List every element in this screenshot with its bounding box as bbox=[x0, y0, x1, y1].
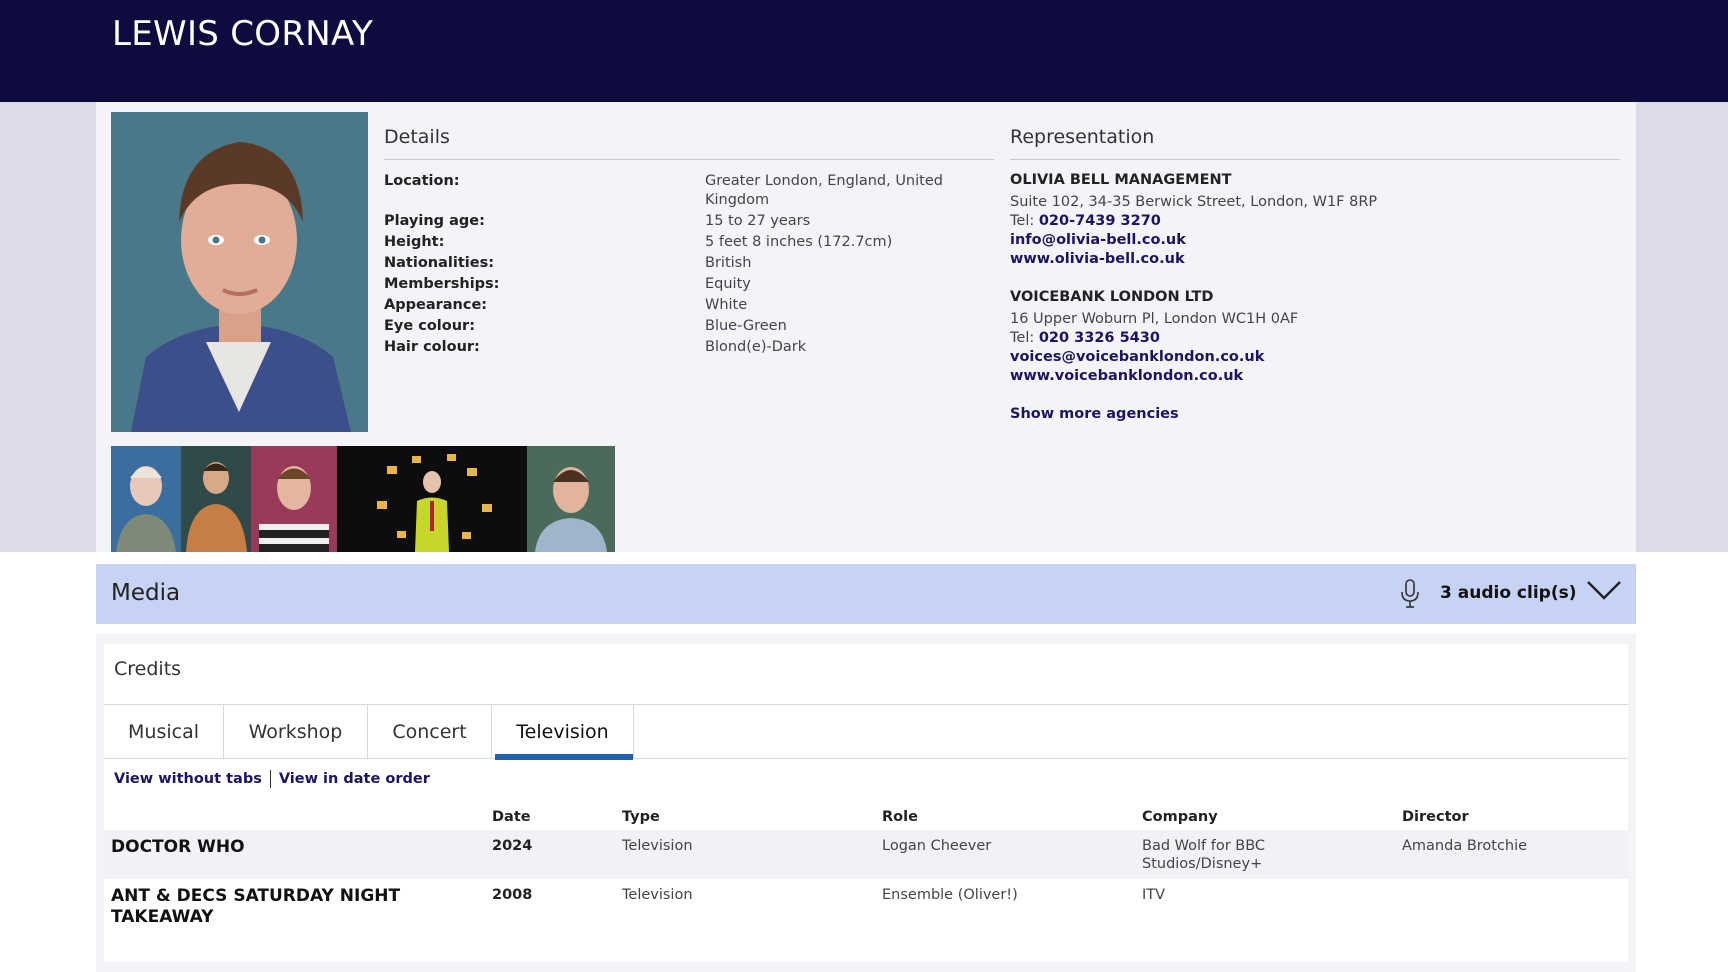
thumbnail-photo[interactable] bbox=[111, 446, 181, 552]
col-date: Date bbox=[492, 809, 531, 825]
agency-website-link[interactable]: www.olivia-bell.co.uk bbox=[1010, 250, 1620, 269]
link-divider bbox=[269, 770, 271, 788]
agency-email-link[interactable]: voices@voicebanklondon.co.uk bbox=[1010, 348, 1620, 367]
credit-director bbox=[1402, 879, 1628, 934]
microphone-icon bbox=[1401, 579, 1419, 608]
detail-row-eye-colour: Eye colour: Blue-Green bbox=[384, 318, 787, 334]
credit-date: 2024 bbox=[492, 830, 622, 879]
page-header: LEWIS CORNAY bbox=[0, 0, 1728, 102]
credits-title: Credits bbox=[114, 658, 182, 680]
credit-company: ITV bbox=[1142, 887, 1166, 903]
show-more-agencies-link[interactable]: Show more agencies bbox=[1010, 406, 1620, 422]
tab-television[interactable]: Television bbox=[492, 705, 634, 760]
production-title: DOCTOR WHO bbox=[104, 830, 492, 879]
representation-title: Representation bbox=[1010, 126, 1620, 160]
credits-tabs: Musical Workshop Concert Television bbox=[104, 704, 1628, 760]
agency-card: OLIVIA BELL MANAGEMENT Suite 102, 34-35 … bbox=[1010, 171, 1620, 269]
thumbnail-photo[interactable] bbox=[181, 446, 251, 552]
credit-company: Bad Wolf for BBC Studios/Disney+ bbox=[1142, 830, 1402, 879]
details-table: Location: Greater London, England, United… bbox=[384, 171, 994, 358]
tab-musical[interactable]: Musical bbox=[104, 705, 224, 759]
tab-workshop[interactable]: Workshop bbox=[224, 705, 368, 759]
media-bar[interactable]: Media 3 audio clip(s) bbox=[96, 564, 1636, 624]
credits-wrapper: Credits Musical Workshop Concert Televis… bbox=[96, 634, 1636, 972]
production-title: ANT & DECS SATURDAY NIGHT TAKEAWAY bbox=[111, 886, 401, 927]
credit-type: Television bbox=[622, 830, 882, 879]
agency-website-link[interactable]: www.voicebanklondon.co.uk bbox=[1010, 367, 1620, 386]
audio-clips-count[interactable]: 3 audio clip(s) bbox=[1440, 583, 1576, 603]
credit-role: Logan Cheever bbox=[882, 830, 1142, 879]
credits-header-row: Date Type Role Company Director bbox=[104, 796, 1628, 830]
detail-row-appearance: Appearance: White bbox=[384, 297, 748, 313]
actor-name: LEWIS CORNAY bbox=[112, 14, 374, 54]
table-row: DOCTOR WHO 2024 Television Logan Cheever… bbox=[104, 830, 1628, 879]
thumbnail-photo[interactable] bbox=[337, 446, 527, 552]
representation-section: Representation OLIVIA BELL MANAGEMENT Su… bbox=[1010, 126, 1620, 422]
detail-row-height: Height: 5 feet 8 inches (172.7cm) bbox=[384, 234, 893, 250]
thumbnail-photo[interactable] bbox=[527, 446, 615, 552]
col-production bbox=[104, 796, 492, 830]
agency-address: 16 Upper Woburn Pl, London WC1H 0AF bbox=[1010, 311, 1299, 327]
agency-address: Suite 102, 34-35 Berwick Street, London,… bbox=[1010, 194, 1378, 210]
tab-concert[interactable]: Concert bbox=[368, 705, 492, 759]
credits-section: Credits Musical Workshop Concert Televis… bbox=[104, 644, 1628, 962]
col-role: Role bbox=[882, 809, 918, 825]
headshot-photo[interactable] bbox=[111, 112, 368, 432]
agency-phone-link[interactable]: 020-7439 3270 bbox=[1039, 213, 1161, 229]
detail-row-hair-colour: Hair colour: Blond(e)-Dark bbox=[384, 339, 807, 355]
agency-card: VOICEBANK LONDON LTD 16 Upper Woburn Pl,… bbox=[1010, 288, 1620, 386]
table-row: ANT & DECS SATURDAY NIGHT TAKEAWAY 2008 … bbox=[104, 879, 1628, 934]
detail-row-playing-age: Playing age: 15 to 27 years bbox=[384, 213, 811, 229]
thumbnail-photo[interactable] bbox=[251, 446, 337, 552]
credits-table: Date Type Role Company Director DOCTOR W… bbox=[104, 796, 1628, 934]
view-without-tabs-link[interactable]: View without tabs bbox=[114, 771, 262, 787]
agency-tel: Tel: 020 3326 5430 bbox=[1010, 330, 1160, 346]
chevron-down-icon[interactable] bbox=[1586, 578, 1622, 602]
detail-row-nationalities: Nationalities: British bbox=[384, 255, 752, 271]
view-options: View without tabs View in date order bbox=[114, 770, 430, 788]
media-title: Media bbox=[111, 580, 181, 606]
agency-tel: Tel: 020-7439 3270 bbox=[1010, 213, 1161, 229]
profile-panel: Details Location: Greater London, England… bbox=[96, 102, 1636, 552]
credit-role: Ensemble (Oliver!) bbox=[882, 887, 1018, 903]
agency-name: OLIVIA BELL MANAGEMENT bbox=[1010, 172, 1232, 188]
col-director: Director bbox=[1402, 809, 1469, 825]
view-date-order-link[interactable]: View in date order bbox=[279, 771, 430, 787]
credit-director: Amanda Brotchie bbox=[1402, 830, 1628, 879]
col-type: Type bbox=[622, 809, 660, 825]
detail-row-location: Location: Greater London, England, United… bbox=[384, 173, 943, 208]
details-section: Details Location: Greater London, England… bbox=[384, 126, 994, 358]
photo-thumbnails bbox=[111, 446, 615, 552]
detail-row-memberships: Memberships: Equity bbox=[384, 276, 751, 292]
agency-phone-link[interactable]: 020 3326 5430 bbox=[1039, 330, 1160, 346]
col-company: Company bbox=[1142, 809, 1218, 825]
agency-name: VOICEBANK LONDON LTD bbox=[1010, 289, 1214, 305]
details-title: Details bbox=[384, 126, 994, 160]
agency-email-link[interactable]: info@olivia-bell.co.uk bbox=[1010, 231, 1620, 250]
credit-type: Television bbox=[622, 887, 693, 903]
credit-date: 2008 bbox=[492, 887, 533, 903]
